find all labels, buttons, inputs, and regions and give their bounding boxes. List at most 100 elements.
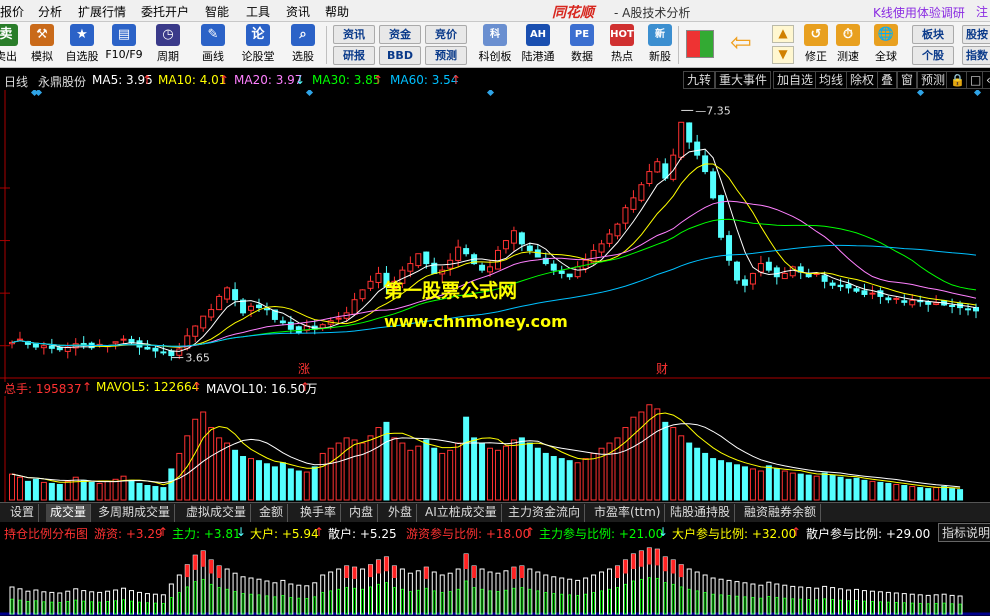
ma10-value: MA10: 4.01 [158, 73, 227, 87]
chart-tab-10[interactable]: ‹ [982, 71, 990, 89]
chart-tab-6[interactable]: 窗 [897, 71, 918, 89]
indicator-tab-5[interactable]: 换手率 [296, 504, 342, 522]
position-bar-hot [639, 551, 644, 567]
period-label[interactable]: 日线 [4, 73, 28, 90]
volume-bar [797, 473, 804, 501]
chart-tab-7[interactable]: 预测 [917, 71, 950, 89]
toolbar-tail-1[interactable]: 指数 [962, 46, 990, 65]
candle-body [319, 324, 326, 329]
toolbar2-label-2: 数据 [571, 50, 593, 63]
position-bar-hot [352, 567, 357, 579]
toolbar-button-7[interactable]: ⌕ 选股 [283, 24, 323, 66]
event-mark-zhang[interactable]: 涨 [298, 361, 310, 376]
chart-tab-5[interactable]: 叠 [877, 71, 898, 89]
indicator-tab-11[interactable]: 陆股通持股 [666, 504, 736, 522]
toolbar: 卖卖出 ⚒ 模拟 ★ 自选股 ▤ F10/F9 ◷ 周期 ✎ 画线论论股堂 ⌕ 选股 资讯 资金 竞价 研报 BB… [0, 22, 990, 68]
toolbar-small2-1[interactable]: 个股 [912, 46, 954, 65]
position-bar-hot [217, 566, 222, 578]
toolbar-small-2[interactable]: 竞价 [425, 25, 467, 44]
toolbar-button2-1[interactable]: AH 陆港通 [518, 24, 558, 66]
position-bar-hot [511, 567, 516, 579]
candle-body [208, 309, 215, 318]
ma30-value: MA30: 3.85 [312, 73, 381, 87]
indicator-tab-4[interactable]: 金额 [255, 504, 289, 522]
toolbar-button2-4[interactable]: 新新股 [640, 24, 680, 66]
candle-body [455, 246, 462, 261]
position-bar-hot [655, 549, 660, 566]
toolbar-small2-0[interactable]: 板块 [912, 25, 954, 44]
event-mark-cai[interactable]: 财 [656, 362, 668, 376]
candlestick-chart[interactable]: —7.35 3.65 涨 财 [0, 90, 990, 382]
chart-tab-4[interactable]: 除权 [846, 71, 879, 89]
indicator-tab-9[interactable]: 主力资金流向 [504, 504, 586, 522]
toolbar-small-1[interactable]: 资金 [379, 25, 421, 44]
toolbar-button-6[interactable]: 论论股堂 [238, 24, 278, 66]
toolbar-button2-2[interactable]: PE 数据 [562, 24, 602, 66]
position-bar-hot [631, 554, 636, 569]
position-bar-hot [647, 548, 652, 565]
candle-body [757, 263, 764, 273]
candle-body [120, 338, 127, 341]
indicator-tab-1[interactable]: 成交量 [46, 504, 92, 522]
toolbar-button3-2[interactable]: 🌐 全球 [866, 24, 906, 66]
volume-chart[interactable] [0, 396, 990, 502]
toolbar-small-4[interactable]: BBD [379, 46, 421, 65]
toolbar3-icon-1: ⏱ [836, 24, 860, 46]
layout-grid-icon[interactable] [686, 30, 714, 58]
menu-bar: 报价 分析 扩展行情 委托开户 智能 工具 资讯 帮助 同花顺 - A股技术分析 K线使用体验调研注 [0, 0, 990, 22]
volume-bar [654, 408, 661, 501]
toolbar-small-0[interactable]: 资讯 [333, 25, 375, 44]
chart-tab-0[interactable]: 九转 [683, 71, 716, 89]
chart-tab-2[interactable]: 加自选 [773, 71, 818, 89]
volume-bar [56, 483, 63, 501]
indicator-tab-10[interactable]: 市盈率(ttm) [590, 504, 666, 522]
promo-link[interactable]: K线使用体验调研 [873, 4, 965, 21]
candle-body [407, 263, 414, 272]
indicator-tab-8[interactable]: AI立桩成交量 [421, 504, 502, 522]
candle-body [574, 266, 581, 278]
promo-tail[interactable]: 注 [976, 3, 988, 20]
volume-bar [566, 460, 573, 501]
position-bar-hot [185, 564, 190, 578]
ma10-up-arrow-icon: ↑ [219, 73, 230, 87]
candle-body [678, 121, 685, 158]
menu-item-0[interactable]: 报价 [0, 3, 24, 20]
indicator-help-button[interactable]: 指标说明 [938, 523, 990, 542]
up-arrow-icon[interactable]: ▲ [772, 25, 794, 43]
toolbar-button-4[interactable]: ◷ 周期 [148, 24, 188, 66]
menu-item-1[interactable]: 分析 [38, 3, 62, 20]
volume-bar [813, 475, 820, 501]
back-arrow-icon[interactable]: ⇦ [730, 28, 760, 58]
indicator-tab-0[interactable]: 设置 [6, 504, 40, 522]
toolbar-label-2: 自选股 [65, 50, 99, 63]
toolbar-small-3[interactable]: 研报 [333, 46, 375, 65]
menu-item-3[interactable]: 委托开户 [141, 3, 189, 20]
indicator-tab-12[interactable]: 融资融券余额 [740, 504, 822, 522]
indicator-tab-7[interactable]: 外盘 [384, 504, 418, 522]
volume-bar [861, 479, 868, 501]
menu-item-6[interactable]: 资讯 [286, 3, 310, 20]
zhuli-ratio-value: 主力参与比例: +21.00 [539, 527, 664, 541]
chart-tab-1[interactable]: 重大事件 [715, 71, 772, 89]
volume-bar [152, 486, 159, 501]
toolbar-button-3[interactable]: ▤ F10/F9 [104, 24, 144, 66]
toolbar-tail-0[interactable]: 股按 [962, 25, 990, 44]
down-arrow-icon[interactable]: ▼ [772, 46, 794, 64]
candle-body [32, 343, 39, 348]
toolbar-button-2[interactable]: ★ 自选股 [62, 24, 102, 66]
menu-item-2[interactable]: 扩展行情 [78, 3, 126, 20]
chart-tab-3[interactable]: 均线 [815, 71, 848, 89]
indicator-tab-2[interactable]: 多周期成交量 [94, 504, 176, 522]
menu-item-7[interactable]: 帮助 [325, 3, 349, 20]
toolbar-button3-1[interactable]: ⏱ 测速 [828, 24, 868, 66]
toolbar-button-5[interactable]: ✎ 画线 [193, 24, 233, 66]
toolbar-button-1[interactable]: ⚒ 模拟 [22, 24, 62, 66]
toolbar-button2-3[interactable]: HOT 热点 [602, 24, 642, 66]
toolbar-button2-0[interactable]: 科科创板 [475, 24, 515, 66]
indicator-tab-3[interactable]: 虚拟成交量 [182, 504, 252, 522]
indicator-tab-6[interactable]: 内盘 [345, 504, 379, 522]
menu-item-4[interactable]: 智能 [205, 3, 229, 20]
toolbar-small-5[interactable]: 预测 [425, 46, 467, 65]
menu-item-5[interactable]: 工具 [246, 3, 270, 20]
volume-bar [16, 476, 23, 501]
